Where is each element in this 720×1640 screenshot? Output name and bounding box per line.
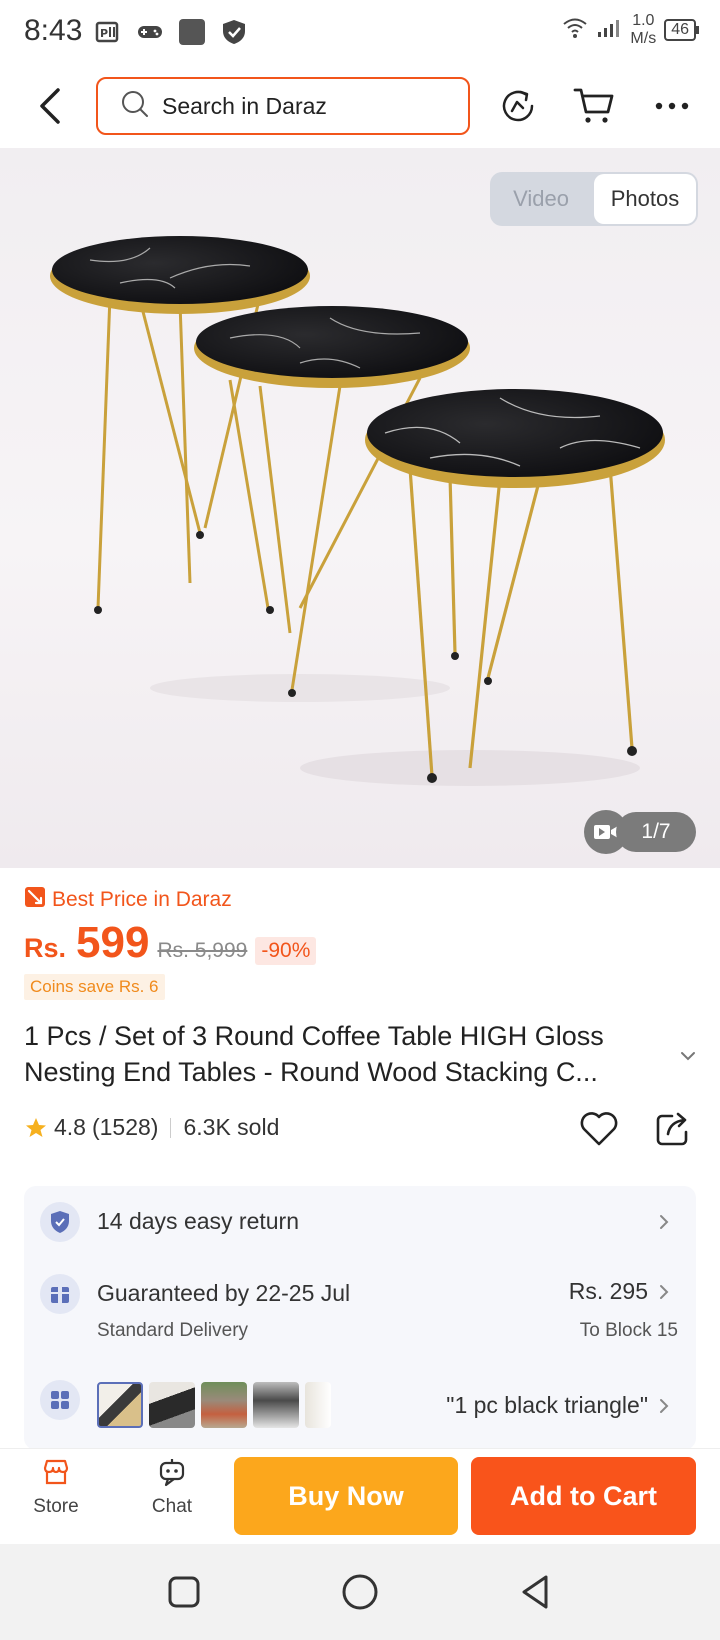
returns-text: 14 days easy return bbox=[97, 1208, 300, 1234]
chat-label: Chat bbox=[151, 1496, 193, 1517]
product-title[interactable]: 1 Pcs / Set of 3 Round Coffee Table HIGH… bbox=[24, 1018, 660, 1090]
store-button[interactable]: Store bbox=[16, 1457, 96, 1518]
system-navigation-bar bbox=[0, 1544, 720, 1640]
service-info-card: 14 days easy return Guaranteed by 22-25 … bbox=[24, 1186, 696, 1450]
gamepad-icon bbox=[136, 18, 164, 46]
tab-photos[interactable]: Photos bbox=[594, 174, 696, 224]
price-currency: Rs. bbox=[24, 933, 67, 963]
delivery-fee: Rs. 295 bbox=[568, 1278, 648, 1304]
delivery-guarantee: Guaranteed by 22-25 Jul bbox=[97, 1280, 351, 1306]
delivery-type: Standard Delivery bbox=[97, 1320, 249, 1341]
signal-icon bbox=[596, 17, 622, 44]
search-icon bbox=[120, 89, 150, 124]
chevron-down-icon[interactable] bbox=[676, 1044, 700, 1068]
bottom-action-bar: Store Chat Buy Now Add to Cart bbox=[0, 1448, 720, 1544]
rating-value: 4.8 bbox=[54, 1114, 86, 1140]
network-speed: 1.0 M/s bbox=[630, 12, 657, 47]
history-share-icon[interactable] bbox=[496, 84, 540, 128]
back-button[interactable] bbox=[30, 84, 70, 128]
store-label: Store bbox=[33, 1496, 79, 1517]
battery-indicator: 46 bbox=[664, 19, 699, 41]
more-options-icon[interactable] bbox=[650, 84, 694, 128]
chevron-right-icon bbox=[654, 1396, 674, 1416]
home-icon[interactable] bbox=[340, 1572, 380, 1612]
status-system-icons: 1.0 M/s 46 bbox=[562, 12, 699, 48]
chat-button[interactable]: Chat bbox=[132, 1457, 212, 1518]
review-count: (1528) bbox=[91, 1114, 159, 1140]
shield-check-icon bbox=[40, 1202, 80, 1242]
buy-now-button[interactable]: Buy Now bbox=[234, 1457, 458, 1535]
chevron-right-icon bbox=[654, 1212, 674, 1232]
chat-bot-icon bbox=[156, 1457, 188, 1492]
status-bar: 8:43 P 1.0 M/s 46 bbox=[0, 0, 720, 66]
variant-row[interactable]: "1 pc black triangle" bbox=[24, 1366, 696, 1446]
app-square-icon bbox=[178, 18, 206, 46]
package-icon bbox=[40, 1274, 80, 1314]
svg-text:P: P bbox=[100, 27, 108, 40]
price-row: Rs. 599 Rs. 5,999 -90% bbox=[24, 918, 317, 968]
variant-thumb[interactable] bbox=[149, 1382, 195, 1428]
best-price-badge: Best Price in Daraz bbox=[24, 886, 232, 914]
media-toggle: Video Photos bbox=[490, 172, 698, 226]
variant-thumb[interactable] bbox=[97, 1382, 143, 1428]
store-icon bbox=[41, 1457, 71, 1492]
returns-row[interactable]: 14 days easy return bbox=[24, 1186, 696, 1258]
add-to-cart-button[interactable]: Add to Cart bbox=[471, 1457, 696, 1535]
recent-apps-icon[interactable] bbox=[164, 1572, 204, 1612]
star-icon bbox=[24, 1116, 48, 1140]
status-time: 8:43 bbox=[24, 14, 83, 47]
product-photo bbox=[50, 236, 665, 786]
search-placeholder: Search in Daraz bbox=[162, 92, 327, 119]
delivery-row[interactable]: Guaranteed by 22-25 Jul Standard Deliver… bbox=[24, 1266, 696, 1366]
best-price-text: Best Price in Daraz bbox=[52, 888, 232, 911]
sold-count: 6.3K sold bbox=[183, 1114, 280, 1140]
tab-video[interactable]: Video bbox=[490, 172, 592, 226]
top-header: Search in Daraz bbox=[0, 66, 720, 148]
wishlist-heart-icon[interactable] bbox=[578, 1108, 620, 1150]
rating-row[interactable]: 4.8 (1528) 6.3K sold bbox=[24, 1114, 279, 1141]
wifi-icon bbox=[562, 16, 588, 45]
product-image-gallery[interactable]: Video Photos 1/7 bbox=[0, 148, 720, 868]
image-counter: 1/7 bbox=[616, 812, 696, 852]
shield-check-icon bbox=[220, 18, 248, 46]
price-tag-icon bbox=[24, 886, 46, 914]
variant-thumb[interactable] bbox=[305, 1382, 331, 1428]
status-notification-icons: P bbox=[94, 18, 248, 46]
variant-selected: "1 pc black triangle" bbox=[446, 1392, 648, 1418]
news-app-icon: P bbox=[94, 18, 122, 46]
variant-thumb[interactable] bbox=[253, 1382, 299, 1428]
chevron-right-icon bbox=[654, 1282, 674, 1302]
share-icon[interactable] bbox=[652, 1108, 694, 1150]
cart-icon[interactable] bbox=[572, 84, 616, 128]
search-input[interactable]: Search in Daraz bbox=[96, 77, 470, 135]
discount-badge: -90% bbox=[255, 937, 317, 965]
delivery-location: To Block 15 bbox=[579, 1320, 678, 1341]
coins-badge: Coins save Rs. 6 bbox=[24, 974, 165, 1000]
variant-thumb[interactable] bbox=[201, 1382, 247, 1428]
grid-variants-icon bbox=[40, 1380, 80, 1420]
price-value: 599 bbox=[76, 918, 150, 967]
variant-thumbnails bbox=[97, 1382, 331, 1428]
back-nav-icon[interactable] bbox=[516, 1572, 556, 1612]
divider bbox=[170, 1117, 172, 1138]
original-price: Rs. 5,999 bbox=[157, 939, 248, 962]
